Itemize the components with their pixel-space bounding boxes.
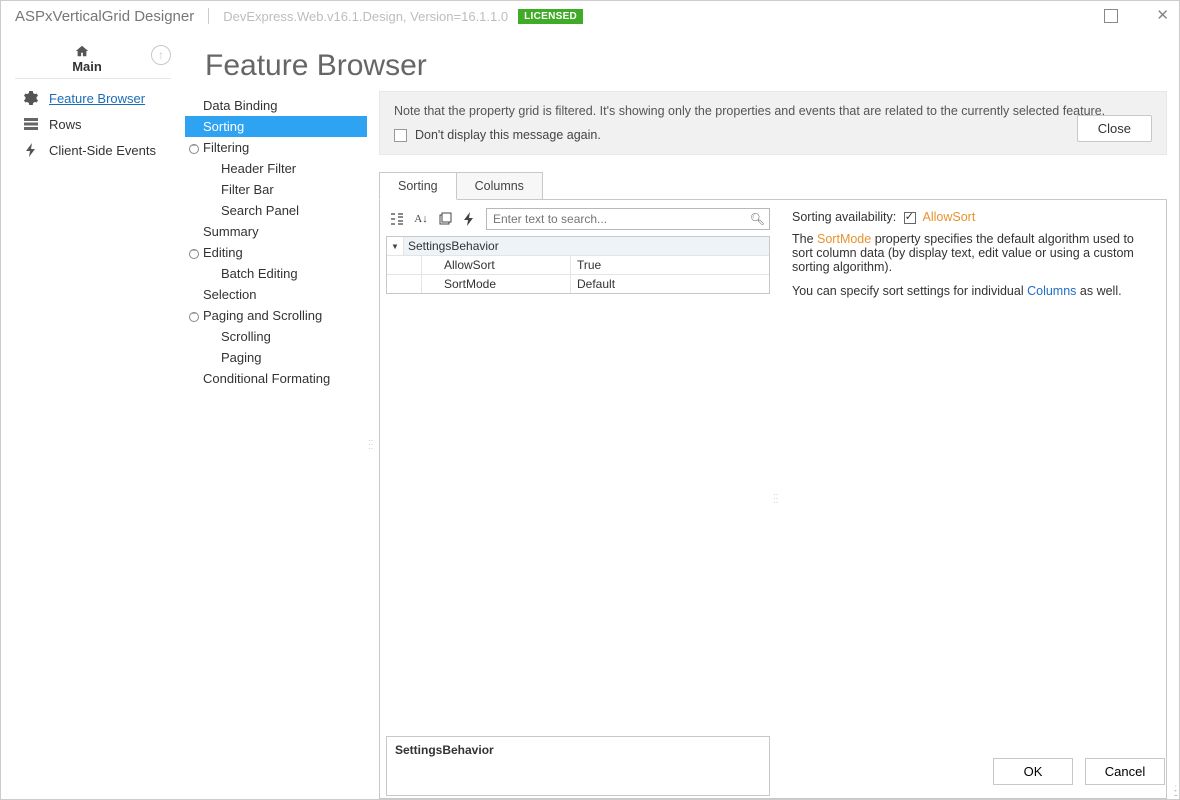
feature-item-batch-editing[interactable]: Batch Editing xyxy=(185,263,367,284)
bolt-icon xyxy=(23,142,39,158)
sidebar-item-feature-browser[interactable]: Feature Browser xyxy=(1,85,185,111)
collapse-icon[interactable]: ▾ xyxy=(387,237,403,255)
notice-text: Note that the property grid is filtered.… xyxy=(394,104,1152,118)
feature-item-selection[interactable]: Selection xyxy=(185,284,367,305)
rows-icon xyxy=(23,116,39,132)
feature-item-header-filter[interactable]: Header Filter xyxy=(185,158,367,179)
dont-display-checkbox[interactable] xyxy=(394,129,407,142)
sidebar-item-label: Client-Side Events xyxy=(49,143,156,158)
sidebar-item-rows[interactable]: Rows xyxy=(1,111,185,137)
close-window-button[interactable]: ✕ xyxy=(1156,9,1169,23)
sidebar-item-label: Feature Browser xyxy=(49,91,145,106)
sidebar-item-label: Main xyxy=(72,59,102,74)
feature-item-filter-bar[interactable]: Filter Bar xyxy=(185,179,367,200)
ok-button[interactable]: OK xyxy=(993,758,1073,785)
license-badge: LICENSED xyxy=(518,9,583,24)
property-group-row[interactable]: ▾ SettingsBehavior xyxy=(387,237,769,256)
availability-label: Sorting availability: xyxy=(792,210,896,224)
feature-item-scrolling[interactable]: Scrolling xyxy=(185,326,367,347)
sortmode-link[interactable]: SortMode xyxy=(817,232,871,246)
feature-item-conditional-formating[interactable]: Conditional Formating xyxy=(185,368,367,389)
property-name: AllowSort xyxy=(421,256,571,274)
window-title: ASPxVerticalGrid Designer xyxy=(15,8,194,25)
feature-item-sorting[interactable]: Sorting xyxy=(185,116,367,137)
allow-sort-checkbox[interactable] xyxy=(904,212,916,224)
property-name: SortMode xyxy=(421,275,571,293)
feature-item-search-panel[interactable]: Search Panel xyxy=(185,200,367,221)
property-value[interactable]: True xyxy=(571,256,769,274)
title-divider xyxy=(208,8,209,24)
property-row[interactable]: SortMode Default xyxy=(387,275,769,293)
home-icon xyxy=(74,43,90,59)
gear-icon xyxy=(23,90,39,106)
feature-item-paging-scrolling[interactable]: Paging and Scrolling xyxy=(185,305,367,326)
feature-item-data-binding[interactable]: Data Binding xyxy=(185,95,367,116)
feature-tree: Data Binding Sorting Filtering Header Fi… xyxy=(185,91,367,799)
feature-item-summary[interactable]: Summary xyxy=(185,221,367,242)
tab-columns[interactable]: Columns xyxy=(457,172,543,200)
feature-item-paging[interactable]: Paging xyxy=(185,347,367,368)
property-search-input[interactable] xyxy=(486,208,770,230)
property-row[interactable]: AllowSort True xyxy=(387,256,769,275)
resize-grip[interactable]: .:.:. xyxy=(1174,786,1176,796)
sidebar-item-label: Rows xyxy=(49,117,82,132)
search-icon[interactable]: 🔍︎ xyxy=(750,212,765,226)
property-description: SettingsBehavior xyxy=(386,736,770,796)
feature-item-editing[interactable]: Editing xyxy=(185,242,367,263)
property-group-name: SettingsBehavior xyxy=(403,237,769,255)
columns-link[interactable]: Columns xyxy=(1027,284,1076,298)
dont-display-label: Don't display this message again. xyxy=(415,128,601,142)
sidebar-item-client-events[interactable]: Client-Side Events xyxy=(1,137,185,163)
window-subtitle: DevExpress.Web.v16.1.Design, Version=16.… xyxy=(223,9,508,24)
categorize-icon[interactable] xyxy=(386,208,408,230)
feature-item-filtering[interactable]: Filtering xyxy=(185,137,367,158)
sort-az-icon[interactable]: A↓ xyxy=(410,208,432,230)
cancel-button[interactable]: Cancel xyxy=(1085,758,1165,785)
nav-up-button[interactable]: ↑ xyxy=(151,45,171,65)
allow-sort-link[interactable]: AllowSort xyxy=(923,210,976,224)
notice-close-button[interactable]: Close xyxy=(1077,115,1152,142)
filter-notice: Note that the property grid is filtered.… xyxy=(379,91,1167,155)
tab-sorting[interactable]: Sorting xyxy=(379,172,457,200)
property-value[interactable]: Default xyxy=(571,275,769,293)
maximize-button[interactable] xyxy=(1104,9,1118,23)
page-title: Feature Browser xyxy=(185,31,1167,91)
events-bolt-icon[interactable] xyxy=(458,208,480,230)
property-pages-icon[interactable] xyxy=(434,208,456,230)
property-grid: ▾ SettingsBehavior AllowSort True SortMo… xyxy=(386,236,770,294)
